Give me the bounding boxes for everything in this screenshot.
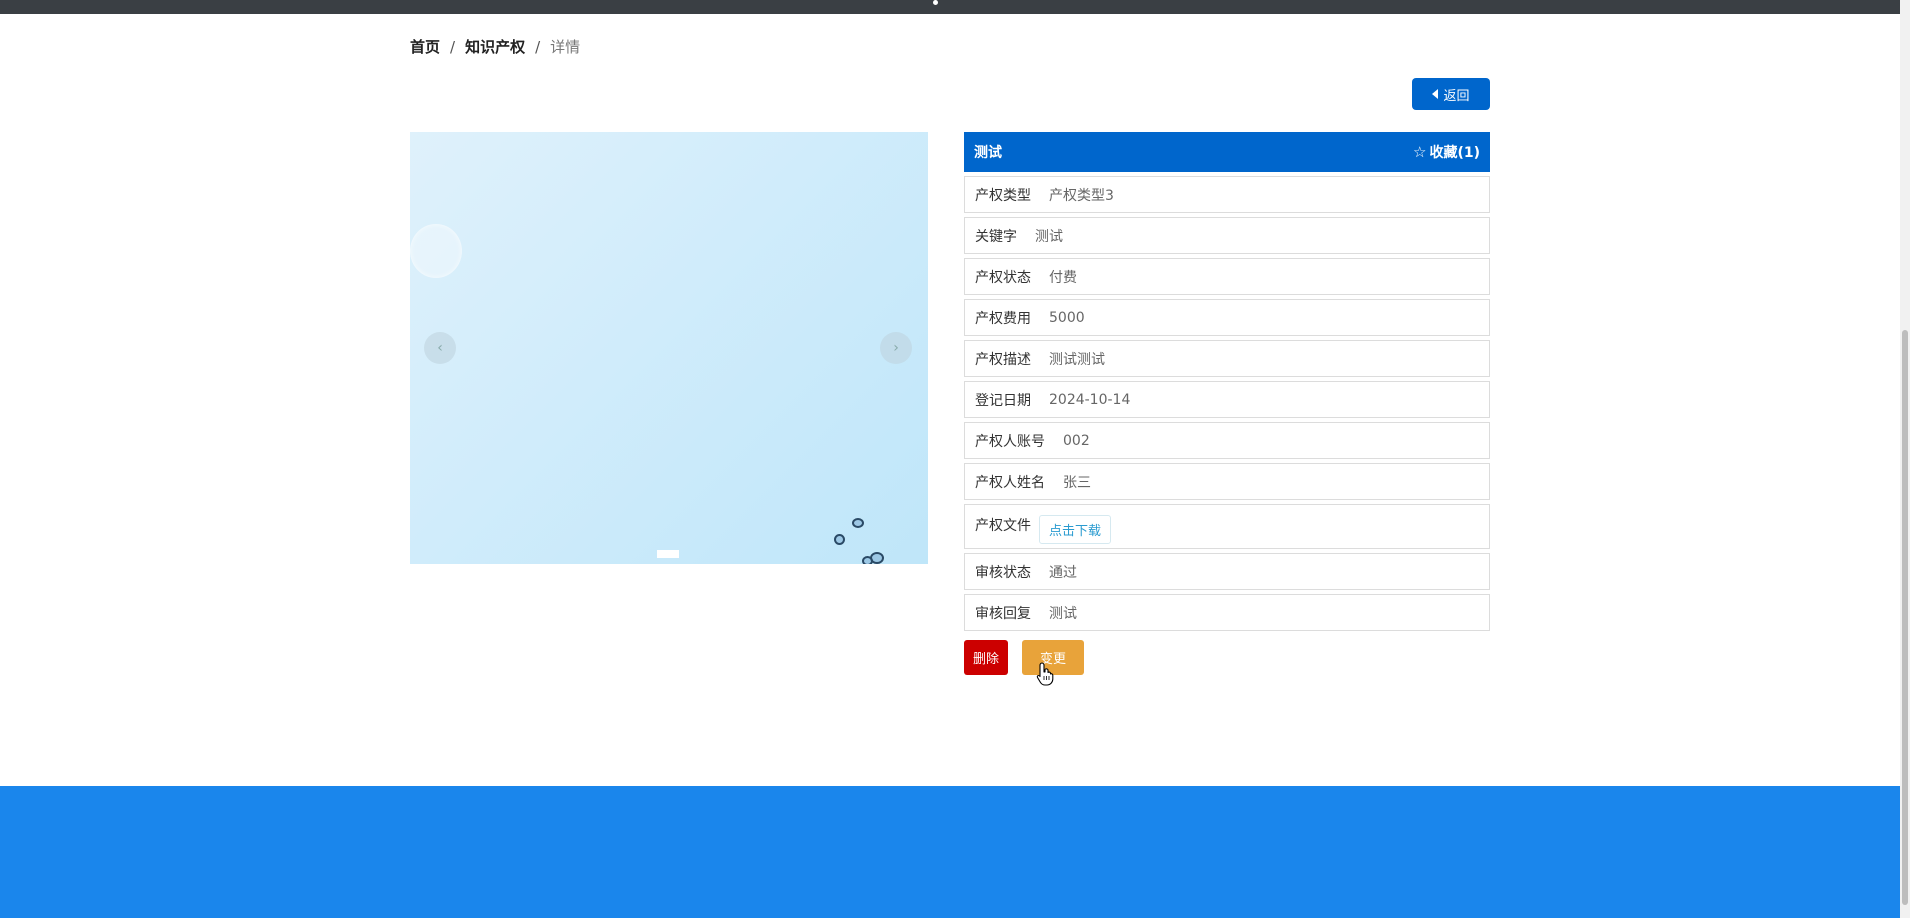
- info-value: 测试: [1035, 228, 1063, 245]
- info-row-review-reply: 审核回复 测试: [964, 594, 1490, 631]
- top-bar-dot: [933, 0, 938, 5]
- carousel-indicator[interactable]: [657, 550, 679, 558]
- favorite-label: 收藏(1): [1429, 145, 1480, 161]
- info-value: 测试测试: [1049, 351, 1105, 368]
- water-drop: [852, 518, 864, 528]
- info-label: 产权费用: [975, 310, 1031, 327]
- info-value: 产权类型3: [1049, 187, 1114, 204]
- info-row-keyword: 关键字 测试: [964, 217, 1490, 254]
- info-value: 2024-10-14: [1049, 391, 1131, 408]
- breadcrumb-home[interactable]: 首页: [410, 36, 440, 57]
- info-value: 通过: [1049, 564, 1077, 581]
- info-row-owner-name: 产权人姓名 张三: [964, 463, 1490, 500]
- back-button-label: 返回: [1443, 88, 1470, 104]
- caret-left-icon: [1432, 89, 1439, 99]
- info-row-ip-description: 产权描述 测试测试: [964, 340, 1490, 377]
- carousel-image-bubble: [410, 224, 462, 278]
- breadcrumb: 首页 / 知识产权 / 详情: [410, 36, 580, 57]
- info-row-register-date: 登记日期 2024-10-14: [964, 381, 1490, 418]
- info-label: 审核状态: [975, 564, 1031, 581]
- info-label: 产权文件: [975, 518, 1031, 534]
- info-row-ip-type: 产权类型 产权类型3: [964, 176, 1490, 213]
- info-row-review-status: 审核状态 通过: [964, 553, 1490, 590]
- breadcrumb-separator: /: [450, 37, 456, 56]
- carousel-next-button[interactable]: ›: [880, 332, 912, 364]
- info-label: 产权人姓名: [975, 474, 1045, 491]
- download-button[interactable]: 点击下载: [1039, 515, 1112, 544]
- chevron-left-icon: ‹: [437, 340, 443, 356]
- info-value: 付费: [1049, 269, 1077, 286]
- water-drop: [862, 556, 873, 564]
- info-value: 测试: [1049, 605, 1077, 622]
- info-value: 5000: [1049, 309, 1085, 326]
- scrollbar-thumb[interactable]: [1902, 330, 1908, 905]
- back-button[interactable]: 返回: [1412, 78, 1490, 110]
- detail-panel: 测试 ☆ 收藏(1) 产权类型 产权类型3 关键字 测试 产权状态 付费 产权费…: [964, 132, 1490, 631]
- action-bar: 删除 变更: [964, 640, 1084, 675]
- info-label: 产权状态: [975, 269, 1031, 286]
- info-value: 002: [1063, 432, 1090, 449]
- image-carousel[interactable]: ‹ ›: [410, 132, 928, 564]
- detail-header: 测试 ☆ 收藏(1): [964, 132, 1490, 172]
- info-label: 登记日期: [975, 392, 1031, 409]
- carousel-prev-button[interactable]: ‹: [424, 332, 456, 364]
- info-label: 产权人账号: [975, 433, 1045, 450]
- info-label: 关键字: [975, 228, 1017, 245]
- footer: [0, 786, 1900, 918]
- breadcrumb-current: 详情: [550, 38, 581, 56]
- star-outline-icon: ☆: [1413, 143, 1427, 161]
- top-bar: [0, 0, 1910, 14]
- favorite-button[interactable]: ☆ 收藏(1): [1413, 142, 1480, 162]
- breadcrumb-separator: /: [535, 37, 541, 56]
- info-row-owner-account: 产权人账号 002: [964, 422, 1490, 459]
- chevron-right-icon: ›: [893, 340, 899, 356]
- info-label: 产权类型: [975, 187, 1031, 204]
- info-value: 张三: [1063, 474, 1091, 491]
- info-row-ip-fee: 产权费用 5000: [964, 299, 1490, 336]
- delete-button[interactable]: 删除: [964, 640, 1008, 675]
- hand-cursor-icon: [1036, 662, 1054, 686]
- info-label: 审核回复: [975, 605, 1031, 622]
- detail-title: 测试: [974, 145, 1002, 161]
- water-drop: [834, 534, 845, 545]
- info-row-ip-status: 产权状态 付费: [964, 258, 1490, 295]
- breadcrumb-section[interactable]: 知识产权: [465, 36, 525, 57]
- info-row-ip-file: 产权文件 点击下载: [964, 504, 1490, 549]
- info-label: 产权描述: [975, 351, 1031, 368]
